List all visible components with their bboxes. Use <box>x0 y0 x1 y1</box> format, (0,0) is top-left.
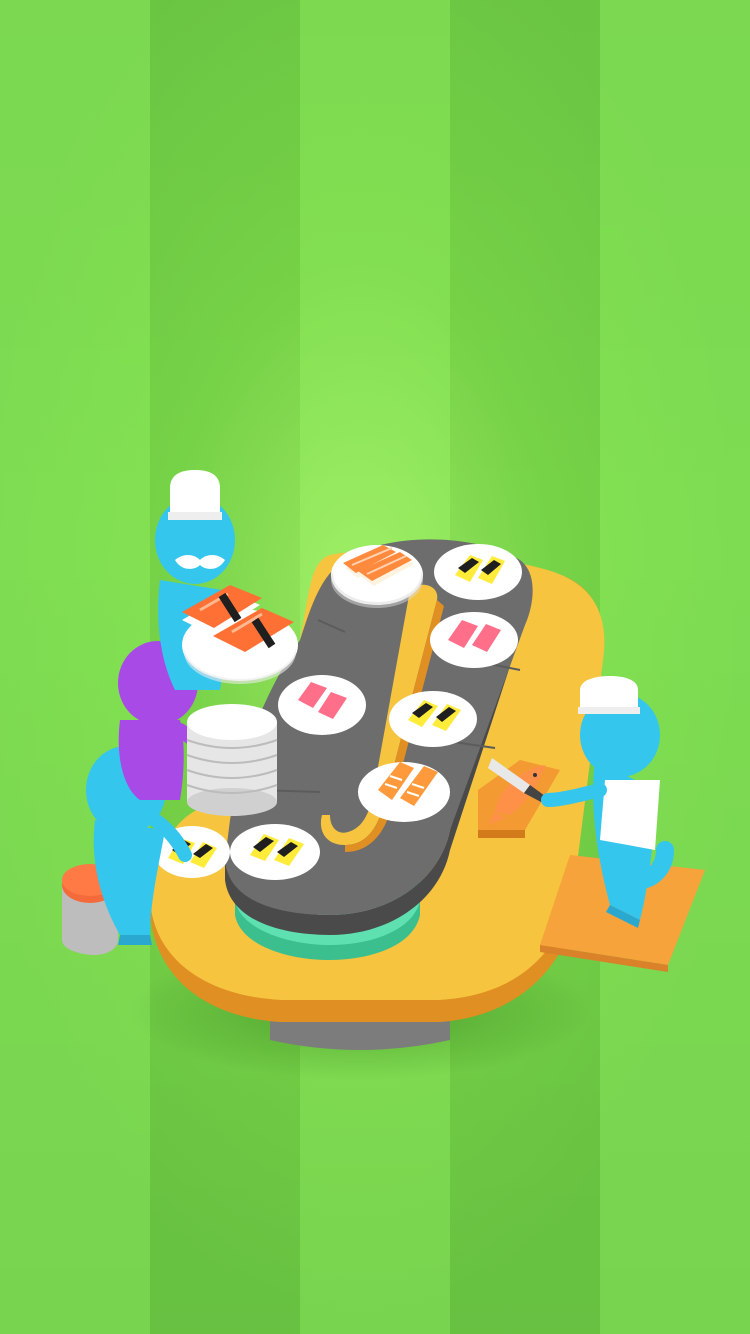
plate-tamago-nigiri[interactable] <box>389 691 477 747</box>
chef-hat-icon <box>580 676 638 707</box>
plate-tuna-nigiri[interactable] <box>278 675 366 735</box>
plate-tamago-nigiri[interactable] <box>230 824 320 880</box>
plate-stack[interactable] <box>186 704 278 816</box>
plate-tamago-nigiri[interactable] <box>434 544 522 600</box>
plate-salmon-nigiri[interactable] <box>331 545 423 608</box>
apron <box>600 780 660 850</box>
plate-shrimp-nigiri[interactable] <box>358 762 450 822</box>
game-stage[interactable] <box>0 0 750 1334</box>
plate-tuna-nigiri[interactable] <box>430 612 518 668</box>
sushi-scene <box>62 470 705 1080</box>
